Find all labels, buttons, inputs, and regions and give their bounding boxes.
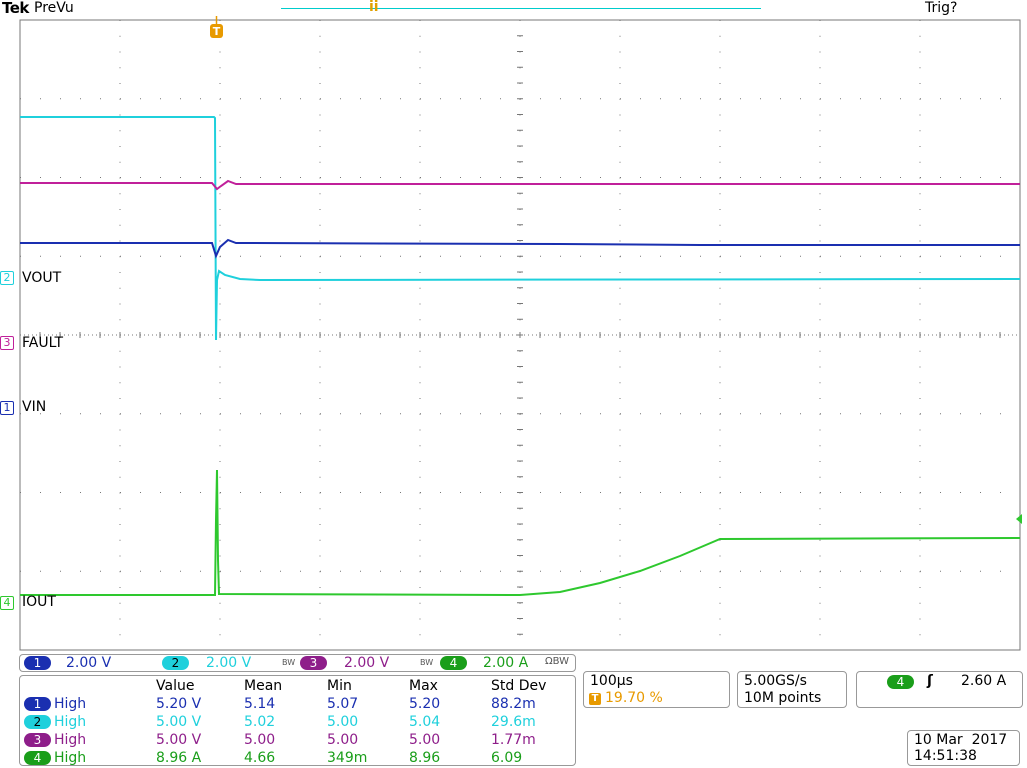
ch1-scale[interactable]: 2.00 V <box>66 655 111 671</box>
row-std: 88.2m <box>491 696 536 712</box>
row-min: 349m <box>327 750 368 766</box>
acquisition-state: PreVu <box>34 0 74 16</box>
trigger-source-badge: 4 <box>887 675 914 689</box>
row-ch-badge: 4 <box>24 751 51 765</box>
trace-ch2-vout <box>20 116 1021 341</box>
datetime-readout: 10 Mar 2017 14:51:38 <box>907 730 1020 766</box>
trigger-position-icon[interactable]: T <box>209 16 224 40</box>
trigger-glyph: T <box>213 25 221 38</box>
trigger-position-percent: 19.70 % <box>605 690 663 706</box>
row-mean: 5.14 <box>244 696 276 712</box>
row-min: 5.00 <box>327 732 359 748</box>
brand-logo: Tek <box>2 0 29 17</box>
row-type: High <box>54 714 87 730</box>
table-row[interactable]: 4 High 8.96 A 4.66 349m 8.96 6.09 <box>20 750 575 768</box>
trigger-position-badge: T <box>589 693 601 705</box>
row-value: 5.00 V <box>156 732 202 748</box>
timebase-readout[interactable]: 100µs T 19.70 % <box>583 671 730 708</box>
ch3-scale[interactable]: 2.00 V <box>344 655 389 671</box>
col-header-max: Max <box>409 678 438 694</box>
col-header-mean: Mean <box>244 678 283 694</box>
trace-ch3-fault <box>20 179 1020 191</box>
row-std: 1.77m <box>491 732 536 748</box>
ch3-badge[interactable]: 3 <box>300 656 327 670</box>
ch2-bw-icon: BW <box>282 658 296 667</box>
row-std: 6.09 <box>491 750 523 766</box>
trigger-readout[interactable]: 4 ʃ 2.60 A <box>856 671 1023 708</box>
row-type: High <box>54 732 87 748</box>
ch1-marker[interactable]: 1 <box>0 401 14 415</box>
trace-ch4-iout <box>20 469 1021 597</box>
row-max: 5.20 <box>409 696 441 712</box>
ch2-badge[interactable]: 2 <box>162 656 189 670</box>
row-mean: 4.66 <box>244 750 276 766</box>
ch4-scale[interactable]: 2.00 A <box>483 655 528 671</box>
ch4-label: IOUT <box>22 594 56 610</box>
trigger-state: Trig? <box>925 0 958 16</box>
col-header-min: Min <box>327 678 352 694</box>
ch4-marker[interactable]: 4 <box>0 596 14 610</box>
ch1-label: VIN <box>22 399 47 415</box>
ch2-label: VOUT <box>22 270 62 286</box>
traces <box>20 116 1021 597</box>
row-mean: 5.00 <box>244 732 276 748</box>
ch3-label: FAULT <box>22 335 64 351</box>
row-type: High <box>54 750 87 766</box>
row-value: 5.20 V <box>156 696 202 712</box>
trigger-slope-icon: ʃ <box>927 673 933 689</box>
graticule <box>19 19 1021 651</box>
row-type: High <box>54 696 87 712</box>
ch2-scale[interactable]: 2.00 V <box>206 655 251 671</box>
horizontal-scale: 100µs <box>590 673 633 689</box>
row-min: 5.07 <box>327 696 359 712</box>
record-view-bar <box>281 8 761 9</box>
row-max: 8.96 <box>409 750 441 766</box>
col-header-value: Value <box>156 678 195 694</box>
col-header-std-dev: Std Dev <box>491 678 547 694</box>
row-mean: 5.02 <box>244 714 276 730</box>
ch2-marker[interactable]: 2 <box>0 271 14 285</box>
time: 14:51:38 <box>914 748 977 764</box>
row-std: 29.6m <box>491 714 536 730</box>
channel-scale-bar: 1 2.00 V BW 2 2.00 V BW 3 2.00 V BW 4 2.… <box>19 654 576 672</box>
table-row[interactable]: 3 High 5.00 V 5.00 5.00 5.00 1.77m <box>20 732 575 750</box>
ch4-badge[interactable]: 4 <box>440 656 467 670</box>
table-row[interactable]: 1 High 5.20 V 5.14 5.07 5.20 88.2m <box>20 696 575 714</box>
record-position-marker[interactable]: ii <box>369 0 379 15</box>
row-min: 5.00 <box>327 714 359 730</box>
trace-ch1-vin <box>20 238 1020 259</box>
ch3-bw-icon: BW <box>420 658 434 667</box>
row-value: 8.96 A <box>156 750 202 766</box>
acquisition-readout[interactable]: 5.00GS/s 10M points <box>737 671 847 708</box>
row-ch-badge: 1 <box>24 697 51 711</box>
row-ch-badge: 3 <box>24 733 51 747</box>
ch3-marker[interactable]: 3 <box>0 336 14 350</box>
record-length: 10M points <box>744 690 822 706</box>
trigger-level: 2.60 A <box>961 673 1007 689</box>
sample-rate: 5.00GS/s <box>744 673 807 689</box>
ch1-badge[interactable]: 1 <box>24 656 51 670</box>
waveform-display[interactable] <box>0 0 1027 766</box>
ch4-bw-icon: ΩBW <box>545 656 570 667</box>
status-bar: Tek PreVu ii Trig? <box>0 0 1027 18</box>
date: 10 Mar 2017 <box>914 732 1008 748</box>
table-row[interactable]: 2 High 5.00 V 5.02 5.00 5.04 29.6m <box>20 714 575 732</box>
row-max: 5.00 <box>409 732 441 748</box>
trigger-level-marker[interactable] <box>1016 514 1022 524</box>
row-max: 5.04 <box>409 714 441 730</box>
measurement-table: Value Mean Min Max Std Dev 1 High 5.20 V… <box>19 675 576 766</box>
row-ch-badge: 2 <box>24 715 51 729</box>
row-value: 5.00 V <box>156 714 202 730</box>
